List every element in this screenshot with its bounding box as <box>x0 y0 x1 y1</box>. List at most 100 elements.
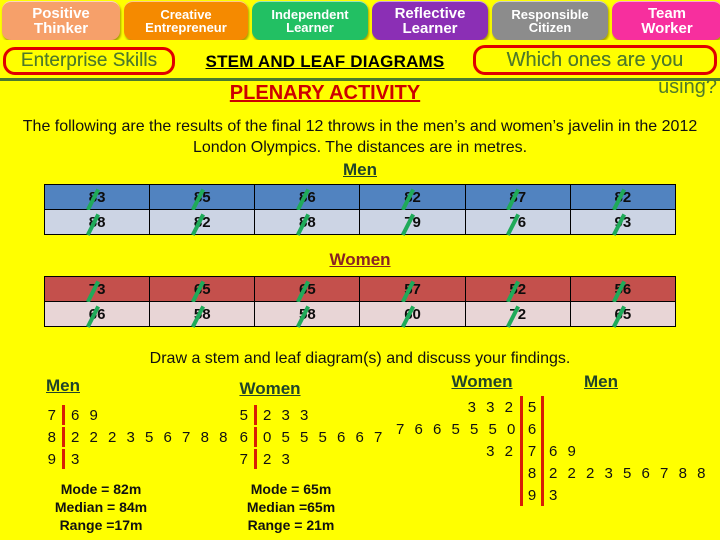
stem-leaf-row: 5 2 3 3 <box>232 404 385 426</box>
stem-value: 5 <box>239 406 248 424</box>
b2b-stem-leaf-row: 8 2 2 2 3 5 6 7 8 8 <box>396 462 708 484</box>
b2b-right-divider <box>541 440 544 462</box>
skill-tab-team-worker[interactable]: Team Worker <box>612 1 720 40</box>
enterprise-skills-label: Enterprise Skills <box>20 50 158 71</box>
b2b-right-divider <box>541 484 544 506</box>
table-cell: 52 <box>464 276 571 302</box>
women-median: Median =65m <box>246 499 336 516</box>
cell-value: 57 <box>404 280 421 298</box>
stem-divider <box>62 449 65 469</box>
b2b-right-divider <box>541 418 544 440</box>
skill-tab-label-line2: Learner <box>402 20 458 37</box>
men-range: Range =17m <box>59 517 143 534</box>
skill-tab-reflective-learner[interactable]: Reflective Learner <box>372 1 488 40</box>
table-cell: 85 <box>149 184 256 210</box>
b2b-stem-value: 5 <box>527 398 537 416</box>
table-row: 88 82 88 79 76 93 <box>43 209 677 235</box>
stem-divider <box>254 427 257 447</box>
skill-tab-label-line2: Citizen <box>528 20 572 35</box>
table-cell: 58 <box>254 301 361 327</box>
leaf-values: 0 5 5 5 6 6 7 <box>263 428 386 446</box>
stem-leaf-row: 8 2 2 2 3 5 6 7 8 8 <box>40 426 230 448</box>
cell-value: 82 <box>193 213 211 231</box>
cell-value: 60 <box>404 305 421 323</box>
header-divider <box>0 78 720 81</box>
cell-value: 65 <box>193 280 211 298</box>
skill-tab-label-line1: Team <box>647 4 687 22</box>
b2b-right-divider <box>541 396 544 418</box>
skill-tab-positive-thinker[interactable]: Positive Thinker <box>2 1 120 40</box>
b2b-women-title: Women <box>451 372 513 391</box>
skill-tab-label-line2: Learner <box>286 20 334 35</box>
cell-value: 65 <box>299 280 316 298</box>
table-row: 66 58 58 60 72 65 <box>43 301 677 327</box>
skill-tab-label-line1: Positive <box>32 4 90 22</box>
leaf-values: 3 <box>71 450 83 468</box>
cell-value: 72 <box>509 305 527 323</box>
skill-tab-responsible-citizen[interactable]: Responsible Citizen <box>492 1 608 40</box>
b2b-women-leaf-values: 3 3 2 <box>467 398 516 416</box>
b2b-stem-leaf-row: 3 3 2 5 <box>396 396 708 418</box>
cell-value: 87 <box>509 188 527 206</box>
table-cell: 88 <box>43 209 151 235</box>
table-cell: 65 <box>149 276 256 302</box>
table-cell: 93 <box>569 209 677 235</box>
stem-divider <box>62 405 65 425</box>
skill-tab-creative-entrepreneur[interactable]: Creative Entrepreneur <box>124 1 248 40</box>
stem-divider <box>254 449 257 469</box>
table-cell: 82 <box>359 184 466 210</box>
women-plot-statistics: Mode = 65m Median =65m Range = 21m <box>196 480 386 535</box>
skill-tab-label-line1: Reflective <box>394 4 466 22</box>
women-data-table: 73 65 65 57 52 56 66 58 58 60 72 65 <box>43 276 677 327</box>
stem-value: 9 <box>47 450 56 468</box>
stem-divider <box>62 427 65 447</box>
table-row: 73 65 65 57 52 56 <box>43 276 677 302</box>
table-cell: 65 <box>569 301 677 327</box>
men-plot-title: Men <box>46 376 80 395</box>
men-median: Median = 84m <box>54 499 148 516</box>
b2b-men-leaf-values: 3 <box>549 486 561 504</box>
leaf-values: 2 3 3 <box>263 406 312 424</box>
table-cell: 87 <box>464 184 571 210</box>
table-cell: 72 <box>464 301 571 327</box>
b2b-women-leaf-values: 3 2 <box>486 442 516 460</box>
stem-leaf-row: 7 6 9 <box>40 404 230 426</box>
cell-value: 93 <box>614 213 632 231</box>
table-cell: 86 <box>254 184 361 210</box>
leaf-values: 2 2 2 3 5 6 7 8 8 <box>71 428 231 446</box>
table-cell: 56 <box>569 276 677 302</box>
skill-tab-independent-learner[interactable]: Independent Learner <box>252 1 368 40</box>
skill-tab-label-line2: Thinker <box>33 20 89 37</box>
cell-value: 58 <box>193 305 211 323</box>
table-cell: 88 <box>254 209 361 235</box>
women-table-caption: Women <box>329 250 391 269</box>
stem-divider <box>254 405 257 425</box>
cell-value: 86 <box>299 188 316 206</box>
cell-value: 88 <box>299 213 316 231</box>
men-stem-leaf-plot: 7 6 9 8 2 2 2 3 5 6 7 8 8 93 <box>40 404 230 470</box>
skill-tab-label-line1: Independent <box>271 6 349 22</box>
cell-value: 66 <box>88 305 106 323</box>
stem-leaf-row: 6 0 5 5 5 6 6 7 <box>232 426 385 448</box>
stem-leaf-row: 7 2 3 <box>232 448 385 470</box>
b2b-men-leaf-values: 6 9 <box>549 442 579 460</box>
table-row: 83 85 86 82 87 82 <box>43 184 677 210</box>
cell-value: 73 <box>88 280 106 298</box>
page-title: STEM AND LEAF DIAGRAMS <box>205 52 445 71</box>
b2b-women-leaf-values: 7 6 6 5 5 5 0 <box>396 420 519 438</box>
b2b-stem-value: 8 <box>527 464 537 482</box>
table-cell: 57 <box>359 276 466 302</box>
cell-value: 82 <box>404 188 421 206</box>
draw-instruction-text: Draw a stem and leaf diagram(s) and disc… <box>149 350 571 367</box>
b2b-men-title: Men <box>584 372 618 391</box>
stem-value: 7 <box>47 406 56 424</box>
cell-value: 58 <box>299 305 316 323</box>
table-cell: 79 <box>359 209 466 235</box>
b2b-men-leaf-values: 2 2 2 3 5 6 7 8 8 <box>549 464 709 482</box>
men-plot-statistics: Mode = 82m Median = 84m Range =17m <box>6 480 196 535</box>
skill-tab-label-line1: Responsible <box>511 6 589 22</box>
back-to-back-stem-leaf-plot: 3 3 2 5 7 6 6 5 5 5 0 6 3 2 7 6 9 8 2 2 2 3 5 6 … <box>396 396 708 506</box>
table-cell: 76 <box>464 209 571 235</box>
men-data-table: 83 85 86 82 87 82 88 82 88 79 76 93 <box>43 184 677 235</box>
men-mode: Mode = 82m <box>60 481 142 497</box>
